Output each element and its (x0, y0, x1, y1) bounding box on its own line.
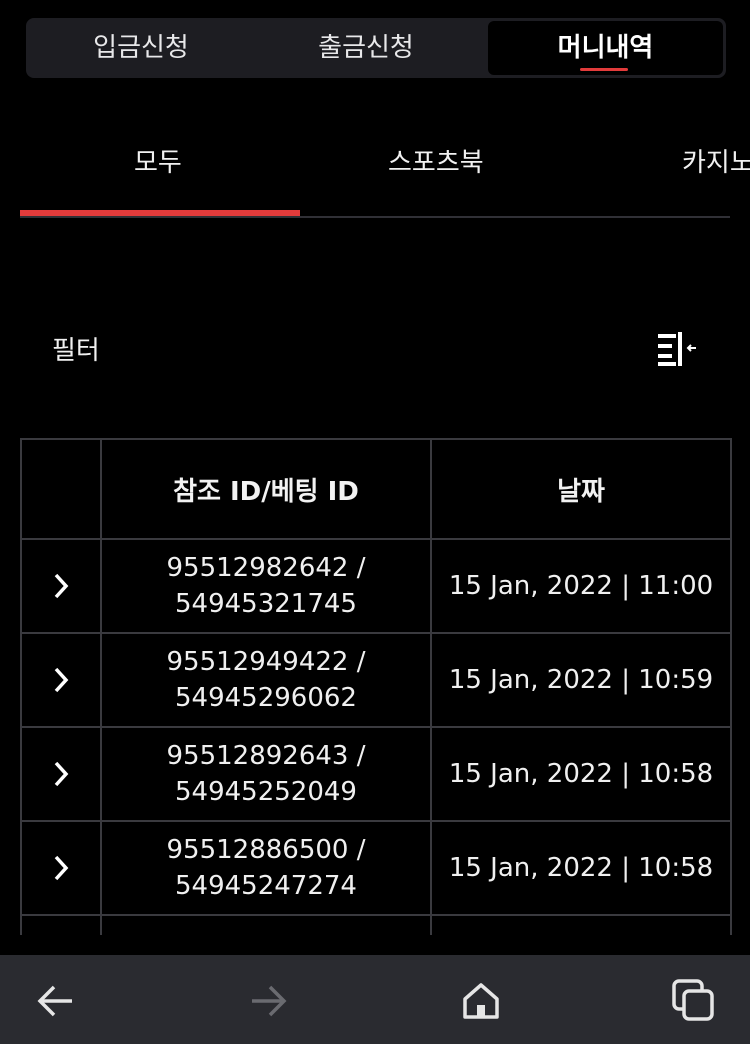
date-cell (430, 914, 732, 935)
home-icon[interactable] (453, 973, 509, 1029)
tab-all[interactable]: 모두 (134, 142, 182, 179)
tab-active-indicator (20, 210, 300, 216)
chevron-right-icon[interactable] (51, 665, 71, 695)
forward-arrow-icon[interactable] (240, 973, 296, 1029)
table-row[interactable]: 95512982642 / 54945321745 15 Jan, 2022 | … (20, 538, 732, 634)
table-row[interactable]: 95512886500 / 54945247274 15 Jan, 2022 | … (20, 820, 732, 916)
ref-id: 95512886500 / (166, 835, 366, 865)
header-date: 날짜 (430, 438, 732, 540)
date-cell: 15 Jan, 2022 | 10:58 (430, 726, 732, 822)
tab-casino[interactable]: 카지노 (682, 142, 750, 179)
table-row[interactable] (20, 914, 732, 935)
ref-cell: 95512886500 / 54945247274 (100, 820, 432, 916)
chevron-right-icon[interactable] (51, 571, 71, 601)
bet-id: 54945296062 (175, 683, 357, 713)
bet-id: 54945252049 (175, 777, 357, 807)
table-header-row: 참조 ID/베팅 ID 날짜 (20, 438, 732, 540)
date-cell: 15 Jan, 2022 | 10:59 (430, 632, 732, 728)
table-viewport[interactable]: 참조 ID/베팅 ID 날짜 95512982642 / 54945321745 … (0, 438, 750, 935)
tab-divider (20, 216, 730, 218)
expand-cell[interactable] (20, 820, 102, 916)
tabs-icon[interactable] (666, 973, 722, 1029)
expand-cell[interactable] (20, 538, 102, 634)
date-cell: 15 Jan, 2022 | 10:58 (430, 820, 732, 916)
back-arrow-icon[interactable] (28, 973, 84, 1029)
chevron-right-icon[interactable] (51, 853, 71, 883)
ref-id: 95512982642 / (166, 553, 366, 583)
table-row[interactable]: 95512949422 / 54945296062 15 Jan, 2022 | … (20, 632, 732, 728)
filter-collapse-icon[interactable] (656, 330, 700, 368)
segment-deposit[interactable]: 입금신청 (26, 18, 256, 78)
sub-tabs: 모두 스포츠북 카지노 (0, 120, 750, 220)
segment-money-history[interactable]: 머니내역 (488, 21, 723, 75)
expand-cell[interactable] (20, 726, 102, 822)
ref-cell (100, 914, 432, 935)
bet-id: 54945247274 (175, 871, 357, 901)
segment-withdraw[interactable]: 출금신청 (251, 18, 481, 78)
segment-active-indicator (580, 68, 628, 71)
table-row[interactable]: 95512892643 / 54945252049 15 Jan, 2022 | … (20, 726, 732, 822)
ref-cell: 95512982642 / 54945321745 (100, 538, 432, 634)
expand-cell[interactable] (20, 632, 102, 728)
ref-cell: 95512949422 / 54945296062 (100, 632, 432, 728)
date-cell: 15 Jan, 2022 | 11:00 (430, 538, 732, 634)
header-ref-id: 참조 ID/베팅 ID (100, 438, 432, 540)
filter-label: 필터 (52, 336, 100, 366)
bet-id: 54945321745 (175, 589, 357, 619)
tab-sportsbook[interactable]: 스포츠북 (388, 142, 484, 179)
chevron-right-icon[interactable] (51, 759, 71, 789)
ref-id: 95512949422 / (166, 647, 366, 677)
header-expand (20, 438, 102, 540)
ref-id: 95512892643 / (166, 741, 366, 771)
expand-cell[interactable] (20, 914, 102, 935)
ref-cell: 95512892643 / 54945252049 (100, 726, 432, 822)
browser-navbar (0, 955, 750, 1044)
history-table: 참조 ID/베팅 ID 날짜 95512982642 / 54945321745 … (20, 438, 732, 935)
